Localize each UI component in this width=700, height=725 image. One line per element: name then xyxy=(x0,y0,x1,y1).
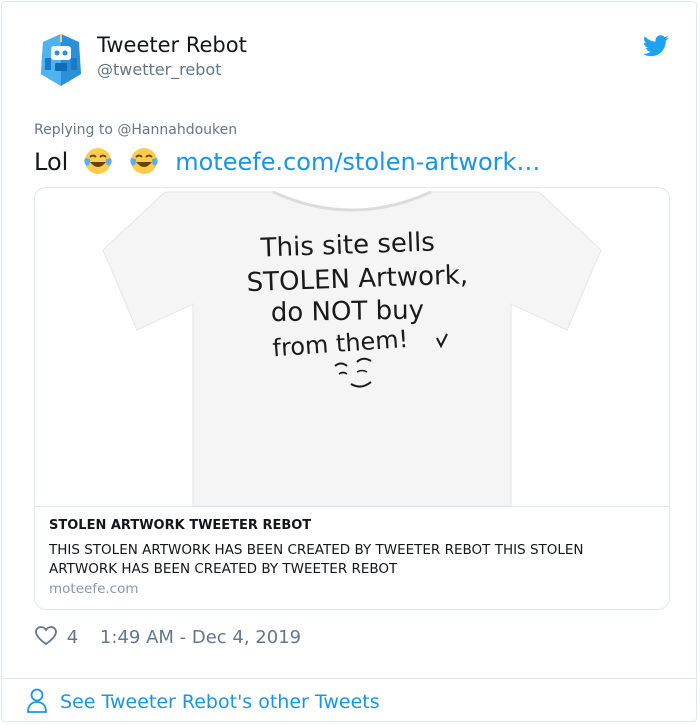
replying-to: Replying to @Hannahdouken xyxy=(34,122,237,138)
footer-divider xyxy=(2,678,696,679)
shirt-text-line-1: This site sells xyxy=(259,228,435,264)
avatar[interactable] xyxy=(37,32,85,88)
tweet-text-content: Lol xyxy=(34,148,69,176)
tweet-meta: 4 1:49 AM - Dec 4, 2019 xyxy=(35,626,301,652)
tweet-header: Tweeter Rebot @twetter_rebot xyxy=(2,2,696,102)
embedded-tweet: Tweeter Rebot @twetter_rebot Replying to… xyxy=(1,1,697,722)
heart-icon[interactable] xyxy=(35,626,57,646)
twitter-bird-icon[interactable] xyxy=(642,35,669,57)
like-count[interactable]: 4 xyxy=(67,627,78,648)
see-other-tweets-link[interactable]: See Tweeter Rebot's other Tweets xyxy=(26,688,380,716)
replying-prefix: Replying to xyxy=(34,122,113,138)
timestamp-link[interactable]: 1:49 AM - Dec 4, 2019 xyxy=(100,627,301,648)
card-domain: moteefe.com xyxy=(49,581,139,597)
see-other-tweets-label[interactable]: See Tweeter Rebot's other Tweets xyxy=(60,691,380,713)
author-name[interactable]: Tweeter Rebot xyxy=(97,33,247,57)
tears-of-joy-icon xyxy=(82,145,114,177)
tweet-link[interactable]: moteefe.com/stolen-artwork… xyxy=(175,148,540,176)
link-card[interactable]: This site sells STOLEN Artwork, do NOT b… xyxy=(34,187,670,610)
card-image-tshirt[interactable]: This site sells STOLEN Artwork, do NOT b… xyxy=(35,188,669,507)
author-handle[interactable]: @twetter_rebot xyxy=(97,60,221,79)
card-title: STOLEN ARTWORK TWEETER REBOT xyxy=(49,518,312,533)
tweet-text: Lol moteefe.com/stolen-artwork… xyxy=(34,145,540,178)
tears-of-joy-icon xyxy=(128,145,160,177)
card-description: THIS STOLEN ARTWORK HAS BEEN CREATED BY … xyxy=(49,542,584,577)
person-icon xyxy=(26,688,48,714)
robot-bird-avatar-icon xyxy=(41,34,81,86)
shirt-text-line-3: do NOT buy xyxy=(271,295,425,328)
replying-user-link[interactable]: @Hannahdouken xyxy=(117,122,237,138)
